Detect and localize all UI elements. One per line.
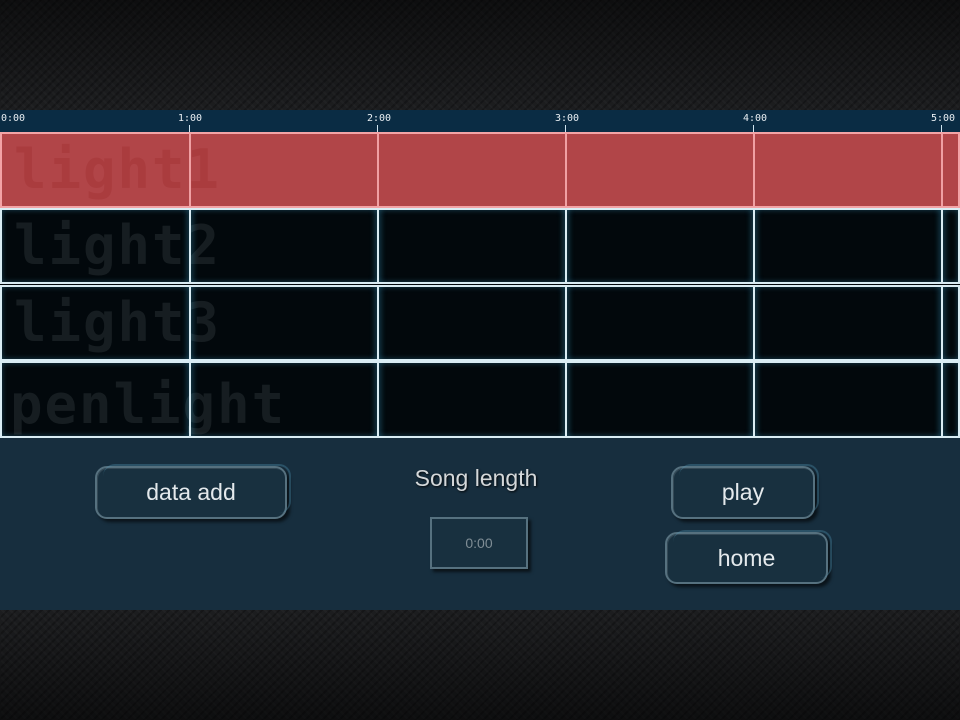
tick-label: 3:00 xyxy=(555,113,580,124)
grid-line xyxy=(565,134,567,206)
track-row-penlight[interactable]: penlight xyxy=(0,361,960,438)
tick-label: 2:00 xyxy=(367,113,392,124)
data-add-button[interactable]: data add xyxy=(95,464,291,519)
grid-line xyxy=(941,210,943,282)
grid-line xyxy=(753,134,755,206)
grid-line xyxy=(753,363,755,436)
grid-line xyxy=(753,287,755,359)
home-button[interactable]: home xyxy=(665,530,832,584)
grid-line xyxy=(565,287,567,359)
grid-line xyxy=(941,134,943,206)
grid-line xyxy=(189,287,191,359)
track-label: penlight xyxy=(10,373,287,436)
tick-mark xyxy=(377,125,378,132)
track-row-light2[interactable]: light2 xyxy=(0,208,960,284)
song-length-input[interactable] xyxy=(430,517,528,569)
grid-line xyxy=(189,210,191,282)
background-bottom xyxy=(0,610,960,720)
play-button[interactable]: play xyxy=(671,464,819,519)
tick-label: 0:00 xyxy=(1,113,26,124)
grid-line xyxy=(189,363,191,436)
tick-mark xyxy=(565,125,566,132)
tick-mark xyxy=(941,125,942,132)
background-top xyxy=(0,0,960,110)
grid-line xyxy=(941,363,943,436)
track-row-light3[interactable]: light3 xyxy=(0,285,960,361)
grid-line xyxy=(377,134,379,206)
grid-line xyxy=(565,363,567,436)
tick-mark xyxy=(753,125,754,132)
timeline-ruler: 0:00 1:00 2:00 3:00 4:00 5:00 xyxy=(0,110,960,132)
grid-line xyxy=(565,210,567,282)
tick-label: 5:00 xyxy=(931,113,956,124)
grid-line xyxy=(377,210,379,282)
song-length-label: Song length xyxy=(414,465,538,491)
track-area: light1 light2 light3 penlight xyxy=(0,132,960,438)
grid-line xyxy=(941,287,943,359)
track-row-light1[interactable]: light1 xyxy=(0,132,960,208)
tick-label: 4:00 xyxy=(743,113,768,124)
tick-mark xyxy=(189,125,190,132)
grid-line xyxy=(753,210,755,282)
grid-line xyxy=(377,287,379,359)
tick-label: 1:00 xyxy=(178,113,203,124)
grid-line xyxy=(377,363,379,436)
grid-line xyxy=(189,134,191,206)
